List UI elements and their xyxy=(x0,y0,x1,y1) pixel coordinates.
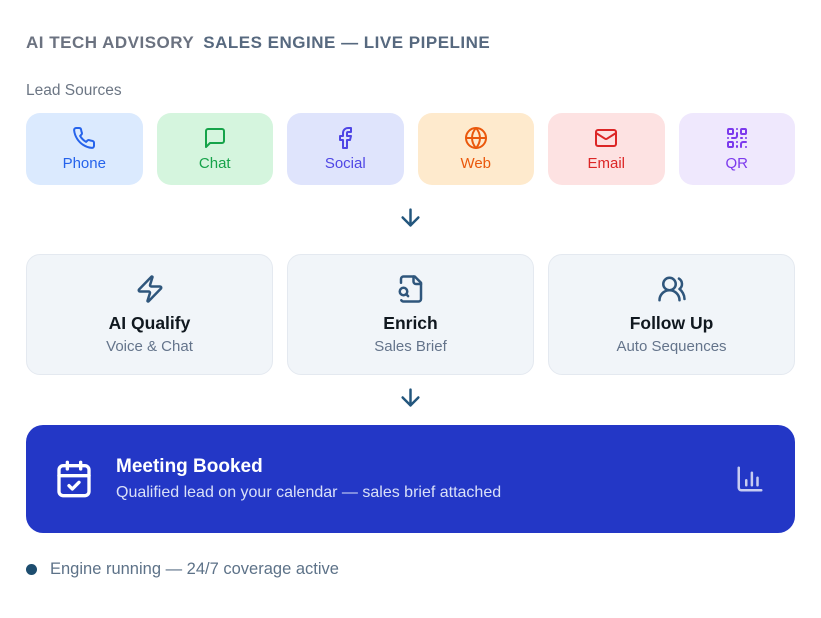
stage-title: Enrich xyxy=(383,313,438,333)
lead-source-label: QR xyxy=(725,155,749,172)
lead-source-card-chat[interactable]: Chat xyxy=(156,113,273,185)
lead-source-label: Social xyxy=(324,155,366,172)
phone-icon xyxy=(72,126,96,150)
lead-source-card-web[interactable]: Web xyxy=(417,113,534,185)
brand-name: AI TECH ADVISORY xyxy=(26,33,195,52)
lead-sources-label: Lead Sources xyxy=(26,82,122,99)
lead-source-label: Chat xyxy=(198,155,231,172)
lead-sources-row: Phone Chat Social Web Email QR xyxy=(26,113,795,185)
lead-source-card-email[interactable]: Email xyxy=(548,113,665,185)
facebook-icon xyxy=(333,126,357,150)
qr-code-icon xyxy=(725,126,749,150)
lead-source-label: Phone xyxy=(62,155,106,172)
flow-arrow xyxy=(26,185,795,254)
arrow-down-icon xyxy=(397,384,424,416)
lead-source-card-social[interactable]: Social xyxy=(287,113,404,185)
stage-card-ai-qualify[interactable]: AI Qualify Voice & Chat xyxy=(26,254,273,375)
stage-subtitle: Voice & Chat xyxy=(106,338,193,355)
status-dot xyxy=(26,564,37,575)
users-icon xyxy=(657,274,687,304)
calendar-check-icon xyxy=(54,459,94,499)
page-title: AI TECH ADVISORY SALES ENGINE — LIVE PIPE… xyxy=(26,33,795,53)
page-subtitle: SALES ENGINE — LIVE PIPELINE xyxy=(203,33,491,52)
meeting-booked-banner[interactable]: Meeting Booked Qualified lead on your ca… xyxy=(26,425,795,533)
zap-icon xyxy=(135,274,165,304)
stage-subtitle: Auto Sequences xyxy=(616,338,727,355)
status-text: Engine running — 24/7 coverage active xyxy=(50,560,339,578)
lead-source-label: Email xyxy=(587,155,625,172)
lead-source-label: Web xyxy=(460,155,492,172)
banner-title: Meeting Booked xyxy=(116,456,263,477)
lead-source-card-qr[interactable]: QR xyxy=(678,113,795,185)
stage-card-follow-up[interactable]: Follow Up Auto Sequences xyxy=(548,254,795,375)
arrow-down-icon xyxy=(397,204,424,236)
stage-title: Follow Up xyxy=(629,313,714,333)
banner-text: Meeting Booked Qualified lead on your ca… xyxy=(116,456,735,502)
globe-icon xyxy=(464,126,488,150)
stage-card-enrich[interactable]: Enrich Sales Brief xyxy=(287,254,534,375)
pipeline-dashboard: AI TECH ADVISORY SALES ENGINE — LIVE PIPE… xyxy=(0,0,821,618)
flow-arrow xyxy=(26,375,795,425)
stage-subtitle: Sales Brief xyxy=(374,338,447,355)
lead-source-card-phone[interactable]: Phone xyxy=(26,113,143,185)
banner-subtitle: Qualified lead on your calendar — sales … xyxy=(116,484,502,501)
pipeline-stages-row: AI Qualify Voice & Chat Enrich Sales Bri… xyxy=(26,254,795,375)
mail-icon xyxy=(594,126,618,150)
stage-title: AI Qualify xyxy=(108,313,191,333)
engine-status: Engine running — 24/7 coverage active xyxy=(26,560,795,579)
chat-icon xyxy=(203,126,227,150)
bar-chart-icon xyxy=(735,464,765,494)
file-search-icon xyxy=(396,274,426,304)
